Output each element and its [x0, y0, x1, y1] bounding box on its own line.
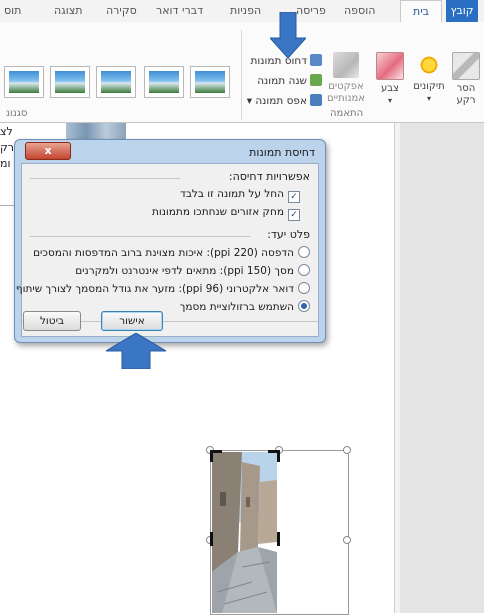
group-separator — [241, 30, 242, 120]
arrow-up-icon — [106, 333, 166, 369]
delete-cropped-areas-checkbox[interactable]: ✓מחק אזורים שנחתכו מתמונות — [152, 206, 300, 221]
options-heading: אפשרויות דחיסה: — [228, 170, 310, 183]
arrow-down-icon — [270, 12, 306, 58]
checkbox-checked-icon: ✓ — [288, 191, 300, 203]
crop-handle[interactable] — [210, 450, 213, 462]
change-picture-button[interactable]: שנה תמונה — [257, 74, 322, 87]
doc-text-3: ומ — [0, 157, 11, 170]
compress-icon — [310, 54, 322, 66]
doc-text-2: רק — [0, 141, 15, 154]
target-output-heading: פלט יעד: — [267, 228, 310, 241]
ok-button[interactable]: אישור — [101, 311, 163, 331]
remove-background-button[interactable]: הסר רקע — [450, 52, 482, 107]
remove-background-label: הסר רקע — [456, 83, 476, 106]
selected-picture[interactable] — [206, 446, 351, 615]
tab-mailings[interactable]: דברי דואר — [156, 4, 203, 17]
workspace-margin — [400, 123, 484, 613]
target-email-radio[interactable]: דואר אלקטרוני (96 ppi): מזער את גודל המס… — [16, 282, 310, 295]
target-screen-radio[interactable]: מסך (150 ppi): מתאים לדפי אינטרנט ולמקרנ… — [75, 264, 310, 277]
close-button[interactable]: x — [25, 142, 71, 160]
radio-icon — [298, 246, 310, 258]
tab-references[interactable]: הפניות — [230, 4, 261, 17]
corrections-button[interactable]: תיקונים ▾ — [410, 52, 448, 105]
picture-style-thumb[interactable] — [144, 66, 184, 98]
artistic-effects-icon — [333, 52, 359, 78]
color-button[interactable]: צבע ▾ — [372, 52, 408, 107]
resize-handle[interactable] — [343, 536, 351, 544]
artistic-effects-button[interactable]: אפקטים אמנותיים — [322, 52, 370, 105]
tab-review[interactable]: סקירה — [106, 4, 137, 17]
radio-icon — [298, 282, 310, 294]
radio-icon — [298, 264, 310, 276]
picture-style-thumb[interactable] — [190, 66, 230, 98]
tab-home[interactable]: בית — [400, 0, 442, 22]
apply-only-this-checkbox[interactable]: ✓החל על תמונה זו בלבד — [180, 188, 300, 203]
tab-insert[interactable]: הוספה — [344, 4, 375, 17]
divider — [30, 178, 180, 179]
target-print-radio[interactable]: הדפסה (220 ppi): איכות מצוינת ברוב המדפס… — [33, 246, 310, 259]
artistic-effects-label: אפקטים אמנותיים — [327, 81, 365, 104]
crop-handle[interactable] — [210, 532, 213, 546]
picture-style-thumb[interactable] — [50, 66, 90, 98]
dialog-title: דחיסת תמונות — [249, 146, 315, 159]
adjust-group-label: התאמה — [330, 108, 364, 119]
picture-style-thumb[interactable] — [96, 66, 136, 98]
tab-addins[interactable]: תוס — [4, 4, 21, 17]
resize-handle[interactable] — [343, 446, 351, 454]
picture-style-thumb[interactable] — [4, 66, 44, 98]
reset-picture-icon — [310, 94, 322, 106]
ribbon: הסר רקע תיקונים ▾ צבע ▾ אפקטים אמנותיים דח… — [0, 22, 484, 123]
street-photo — [212, 452, 277, 613]
tab-view[interactable]: תצוגה — [54, 4, 82, 17]
divider — [30, 236, 250, 237]
crop-handle[interactable] — [277, 450, 280, 462]
color-picture-icon — [376, 52, 404, 80]
change-picture-icon — [310, 74, 322, 86]
compress-pictures-dialog: דחיסת תמונות x אפשרויות דחיסה: ✓החל על ת… — [14, 139, 326, 343]
cancel-button[interactable]: ביטול — [23, 311, 81, 331]
color-label: צבע — [381, 83, 399, 94]
doc-text-1: לצ — [0, 125, 13, 138]
ribbon-tab-bar: קובץ בית הוספה פריסה הפניות דברי דואר סק… — [0, 0, 484, 23]
styles-group-label: סגנונ — [6, 108, 28, 119]
reset-picture-button[interactable]: אפס תמונה ▾ — [247, 94, 322, 107]
sun-icon — [416, 52, 442, 78]
target-document-radio[interactable]: השתמש ברזולוציית מסמך — [180, 300, 310, 313]
radio-selected-icon — [298, 300, 310, 312]
corrections-label: תיקונים — [413, 81, 445, 92]
checkbox-checked-icon: ✓ — [288, 209, 300, 221]
tab-file[interactable]: קובץ — [446, 0, 478, 22]
remove-background-icon — [452, 52, 480, 80]
crop-handle[interactable] — [277, 532, 280, 546]
